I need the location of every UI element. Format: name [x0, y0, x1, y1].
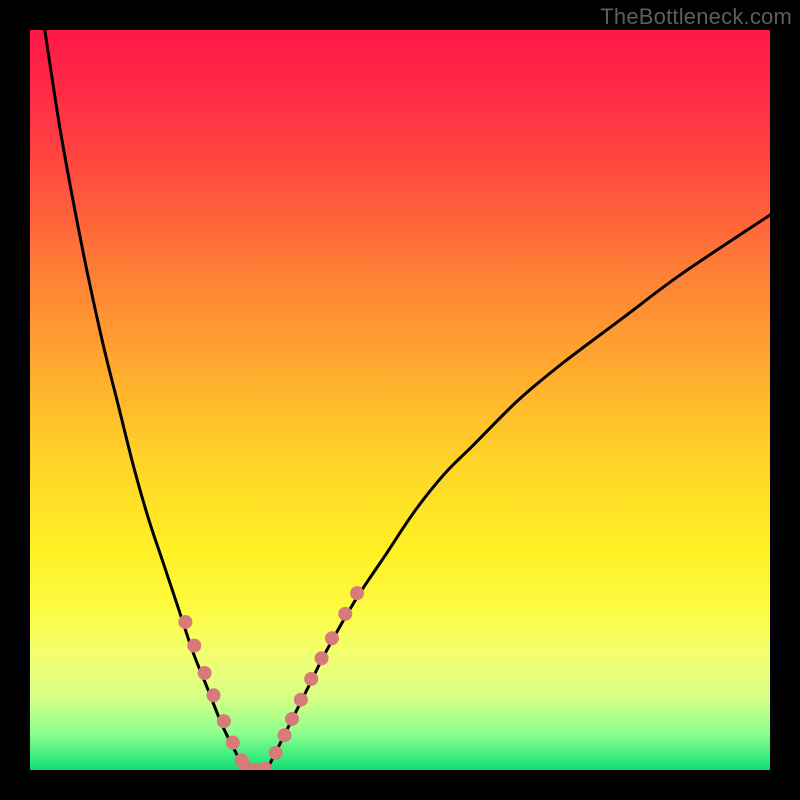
bead-left-2 [198, 666, 212, 680]
bead-left-0 [178, 615, 192, 629]
bead-right-3 [294, 693, 308, 707]
watermark-label: TheBottleneck.com [600, 4, 792, 30]
bead-left-1 [187, 639, 201, 653]
bead-left-3 [207, 688, 221, 702]
bead-right-5 [315, 651, 329, 665]
bead-right-6 [325, 631, 339, 645]
bead-right-4 [304, 672, 318, 686]
series-right-curve [267, 215, 770, 770]
curve-svg-layer [30, 30, 770, 770]
bead-right-7 [338, 607, 352, 621]
bead-right-1 [278, 728, 292, 742]
beads-group [178, 586, 364, 770]
bead-right-0 [269, 746, 283, 760]
bead-right-8 [350, 586, 364, 600]
curves-group [45, 30, 770, 770]
bead-left-5 [226, 736, 240, 750]
bead-right-2 [285, 712, 299, 726]
bead-left-4 [217, 714, 231, 728]
chart-stage: TheBottleneck.com [0, 0, 800, 800]
plot-area [30, 30, 770, 770]
series-left-curve [45, 30, 245, 770]
